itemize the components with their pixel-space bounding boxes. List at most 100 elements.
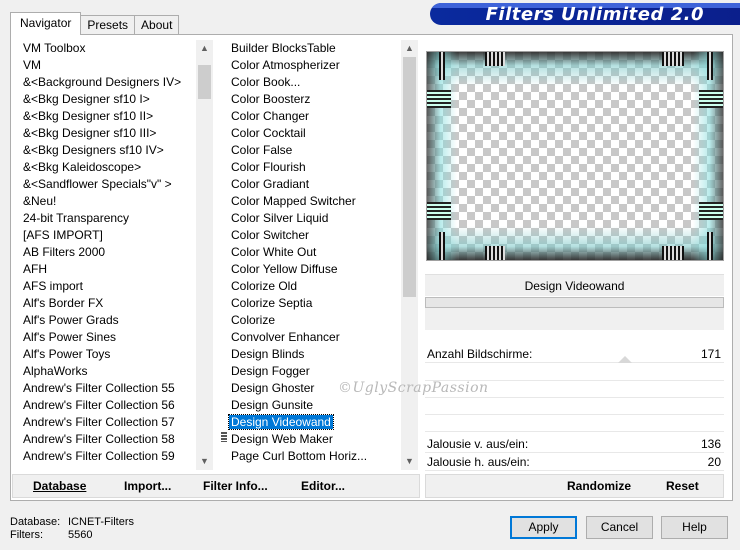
filter-info-button[interactable]: Filter Info... [203, 479, 268, 493]
filters-label: Filters: [10, 529, 43, 541]
cancel-button[interactable]: Cancel [586, 516, 653, 539]
category-item[interactable]: VM [18, 57, 41, 74]
category-item[interactable]: AFS import [18, 278, 83, 295]
tab-presets[interactable]: Presets [80, 15, 136, 35]
filter-item[interactable]: Color Switcher [226, 227, 309, 244]
import-button[interactable]: Import... [124, 479, 171, 493]
param-value: 20 [707, 455, 721, 469]
scroll-down-icon[interactable]: ▼ [401, 453, 418, 470]
apply-button[interactable]: Apply [510, 516, 577, 539]
item-label: &<Bkg Designer sf10 I> [23, 92, 150, 106]
filter-item[interactable]: Color White Out [226, 244, 316, 261]
filter-item[interactable]: Design Fogger [226, 363, 310, 380]
item-label: Color Cocktail [231, 126, 306, 140]
param-label: Anzahl Bildschirme: [427, 347, 533, 361]
category-item[interactable]: Andrew's Filter Collection 57 [18, 414, 175, 431]
filter-item[interactable]: Color Changer [226, 108, 309, 125]
item-label: Design Videowand [228, 414, 334, 430]
category-item[interactable]: AlphaWorks [18, 363, 87, 380]
drag-handle-icon[interactable] [221, 432, 227, 442]
category-item[interactable]: Andrew's Filter Collection 55 [18, 380, 175, 397]
category-item[interactable]: Andrew's Filter Collection 58 [18, 431, 175, 448]
category-item[interactable]: &<Bkg Designers sf10 IV> [18, 142, 164, 159]
item-label: VM Toolbox [23, 41, 86, 55]
scroll-up-icon[interactable]: ▲ [401, 40, 418, 57]
filter-item[interactable]: Colorize Old [226, 278, 297, 295]
filter-item[interactable]: Color Silver Liquid [226, 210, 328, 227]
category-item[interactable]: [AFS IMPORT] [18, 227, 103, 244]
param-row[interactable]: Anzahl Bildschirme: 171 [425, 346, 724, 363]
category-item[interactable]: &<Bkg Designer sf10 III> [18, 125, 156, 142]
preset-toolbar: Randomize Reset [425, 474, 724, 498]
filter-item[interactable]: Colorize Septia [226, 295, 312, 312]
item-label: Colorize [231, 313, 276, 327]
database-info: Database: ICNET-Filters [10, 516, 134, 528]
reset-button[interactable]: Reset [666, 479, 699, 493]
category-item[interactable]: AB Filters 2000 [18, 244, 105, 261]
filter-item[interactable]: Color Book... [226, 74, 300, 91]
category-item[interactable]: &Neu! [18, 193, 56, 210]
item-label: Color Atmospherizer [231, 58, 340, 72]
progress-bar [425, 297, 724, 308]
category-item[interactable]: &<Background Designers IV> [18, 74, 181, 91]
filter-item[interactable]: Design Web Maker [226, 431, 333, 448]
slider-thumb-icon[interactable] [618, 356, 632, 363]
category-item[interactable]: &<Bkg Designer sf10 II> [18, 108, 153, 125]
category-item[interactable]: 24-bit Transparency [18, 210, 129, 227]
filter-item[interactable]: Design Videowand [226, 414, 334, 431]
help-button[interactable]: Help [661, 516, 728, 539]
category-item[interactable]: Alf's Power Sines [18, 329, 116, 346]
item-label: &Neu! [23, 194, 57, 208]
category-item[interactable]: Andrew's Filter Collection 56 [18, 397, 175, 414]
database-button[interactable]: Database [33, 479, 86, 493]
filter-item[interactable]: Color False [226, 142, 292, 159]
category-item[interactable]: AFH [18, 261, 47, 278]
scroll-thumb[interactable] [403, 57, 416, 297]
category-item[interactable]: &<Sandflower Specials"v" > [18, 176, 172, 193]
filter-item[interactable]: Color Yellow Diffuse [226, 261, 338, 278]
category-item[interactable]: &<Bkg Designer sf10 I> [18, 91, 150, 108]
filter-item[interactable]: Color Flourish [226, 159, 306, 176]
category-list[interactable]: VM Toolbox VM &<Background Designers IV> &<… [18, 40, 213, 470]
scroll-down-icon[interactable]: ▼ [196, 453, 213, 470]
item-label: AFS import [23, 279, 84, 293]
item-label: Color Mapped Switcher [231, 194, 356, 208]
category-item[interactable]: VM Toolbox [18, 40, 85, 57]
filter-item[interactable]: Colorize [226, 312, 275, 329]
filter-item[interactable]: Color Cocktail [226, 125, 306, 142]
filter-item[interactable]: Color Mapped Switcher [226, 193, 356, 210]
item-label: VM [23, 58, 41, 72]
filter-item[interactable]: Color Gradiant [226, 176, 309, 193]
category-item[interactable]: Alf's Power Grads [18, 312, 119, 329]
category-scrollbar[interactable]: ▲ ▼ [196, 40, 213, 470]
editor-button[interactable]: Editor... [301, 479, 345, 493]
item-label: Andrew's Filter Collection 58 [23, 432, 175, 446]
scroll-up-icon[interactable]: ▲ [196, 40, 213, 57]
param-row[interactable]: Jalousie h. aus/ein: 20 [425, 454, 724, 471]
category-item[interactable]: Alf's Power Toys [18, 346, 110, 363]
item-label: Color Boosterz [231, 92, 311, 106]
filter-item[interactable]: Design Gunsite [226, 397, 313, 414]
tab-navigator[interactable]: Navigator [10, 12, 82, 35]
param-value: 171 [700, 347, 721, 361]
filter-item[interactable]: Design Ghoster [226, 380, 314, 397]
filter-item[interactable]: Color Atmospherizer [226, 57, 340, 74]
filter-item[interactable]: Convolver Enhancer [226, 329, 340, 346]
filter-list[interactable]: Builder BlocksTable Color Atmospherizer Co… [226, 40, 418, 470]
category-item[interactable]: Andrew's Filter Collection 59 [18, 448, 175, 465]
param-row-empty [425, 398, 724, 415]
filter-item[interactable]: Builder BlocksTable [226, 40, 336, 57]
scroll-thumb[interactable] [198, 65, 211, 99]
watermark: ©UglyScrapPassion [338, 380, 489, 396]
filter-scrollbar[interactable]: ▲ ▼ [401, 40, 418, 470]
param-row-empty [425, 364, 724, 381]
param-row[interactable]: Jalousie v. aus/ein: 136 [425, 436, 724, 453]
category-item[interactable]: &<Bkg Kaleidoscope> [18, 159, 141, 176]
filter-item[interactable]: Page Curl Bottom Horiz... [226, 448, 367, 465]
randomize-button[interactable]: Randomize [567, 479, 631, 493]
filter-item[interactable]: Color Boosterz [226, 91, 310, 108]
item-label: Alf's Power Toys [23, 347, 111, 361]
filter-item[interactable]: Design Blinds [226, 346, 304, 363]
category-item[interactable]: Alf's Border FX [18, 295, 103, 312]
tab-about[interactable]: About [134, 15, 180, 35]
